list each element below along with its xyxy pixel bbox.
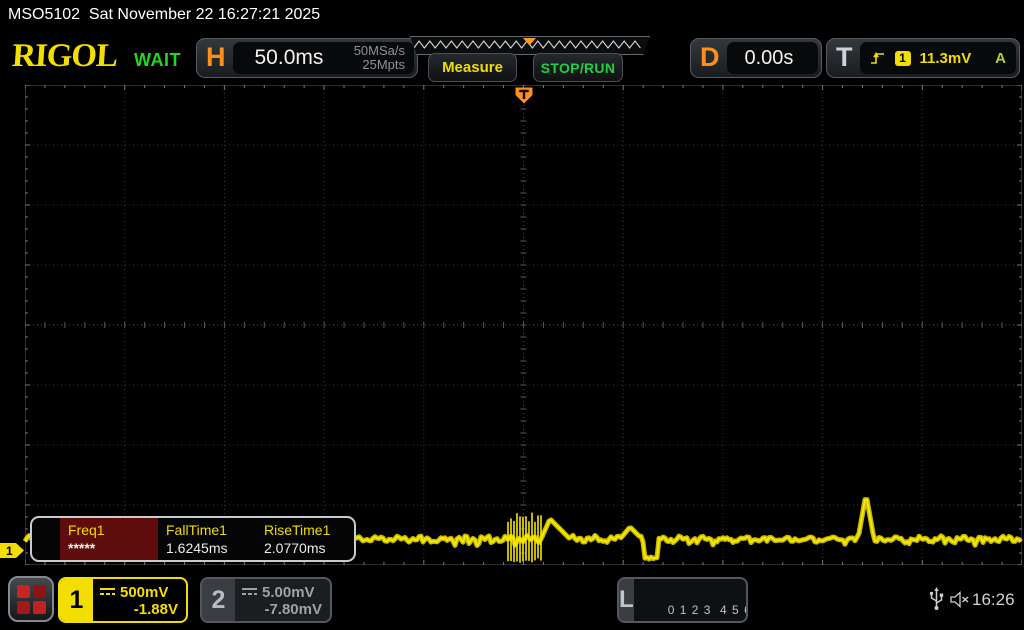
window-title: MSO5102 Sat November 22 16:27:21 2025 [8, 6, 321, 23]
channel1-number: 1 [60, 579, 93, 621]
channel2-scale: 5.00mV [262, 583, 315, 601]
preview-zigzag-icon [411, 37, 647, 52]
timebase-value: 50.0ms [254, 46, 324, 69]
measurement-spacer [32, 518, 60, 560]
red-grid-icon [16, 584, 46, 614]
oscilloscope-screen: MSO5102 Sat November 22 16:27:21 2025 RI… [0, 0, 1024, 630]
stop-run-button[interactable]: STOP/RUN [533, 53, 623, 82]
measure-button[interactable]: Measure [428, 53, 517, 82]
channel2-offset: -7.80mV [264, 600, 322, 618]
measurement-item-freq1[interactable]: Freq1 ***** [60, 518, 158, 560]
memory-depth: 25Mpts [362, 57, 405, 72]
horizontal-timebase-block[interactable]: H 50.0ms 50MSa/s 25Mpts [196, 38, 418, 78]
trigger-mode: A [995, 49, 1006, 67]
delay-label: D [700, 41, 720, 72]
sample-rate-memory: 50MSa/s 25Mpts [354, 44, 414, 72]
channel1-offset: -1.88V [133, 600, 178, 618]
trigger-position-marker[interactable] [515, 87, 533, 104]
measurement-item-falltime1[interactable]: FallTime1 1.6245ms [158, 518, 256, 560]
rigol-logo: RIGOL [10, 38, 119, 74]
display-menu-button[interactable] [8, 576, 54, 622]
horizontal-delay-block[interactable]: D 0.00s [690, 38, 822, 78]
volume-muted-icon [950, 591, 969, 608]
trigger-source-badge: 1 [894, 50, 911, 66]
logic-channel-numbers: 0 1 2 3 4 5 6 7 8 9 1011 12131415 [667, 603, 746, 617]
channel1-scale: 500mV [120, 583, 169, 601]
graticule [24, 84, 1023, 566]
usb-icon [929, 587, 944, 610]
horizontal-label: H [206, 41, 226, 72]
delay-value: 0.00s [744, 46, 794, 69]
acquisition-status: WAIT [134, 50, 181, 70]
channel2-block[interactable]: 2 5.00mV -7.80mV [200, 577, 332, 623]
measurement-item-risetime1[interactable]: RiseTime1 2.0770ms [256, 518, 354, 560]
trigger-label: T [836, 41, 853, 72]
logic-analyzer-block[interactable]: L 0 1 2 3 4 5 6 7 8 9 1011 12131415 [617, 577, 748, 623]
trigger-level-value: 11.3mV [919, 49, 972, 67]
channel2-number: 2 [202, 579, 235, 621]
sample-rate: 50MSa/s [353, 43, 405, 58]
dc-coupling-icon [100, 588, 115, 595]
clock-text: 16:26 [972, 590, 1015, 609]
measurement-overlay: Freq1 ***** FallTime1 1.6245ms RiseTime1… [30, 516, 356, 562]
logic-label: L [619, 579, 634, 621]
dc-coupling-icon [242, 588, 257, 595]
rising-edge-trigger-icon [870, 52, 884, 64]
channel1-block[interactable]: 1 500mV -1.88V [58, 577, 188, 623]
ch1-ground-marker[interactable]: 1 [0, 543, 24, 558]
trigger-block[interactable]: T 1 11.3mV A [826, 38, 1020, 78]
